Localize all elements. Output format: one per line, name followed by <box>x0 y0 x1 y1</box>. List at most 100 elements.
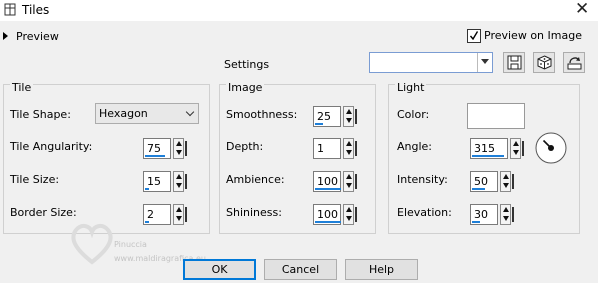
preset-dropdown-button[interactable] <box>477 53 492 72</box>
light-color-label: Color: <box>397 108 430 121</box>
depth-stepper[interactable] <box>343 138 354 159</box>
spin-up-icon[interactable] <box>513 141 519 146</box>
checkmark-icon <box>470 31 478 40</box>
tile-angularity-label: Tile Angularity: <box>10 140 93 153</box>
checkbox-box <box>467 29 481 43</box>
spin-down-icon[interactable] <box>503 183 509 188</box>
intensity-field[interactable]: 50 <box>470 171 498 192</box>
spin-up-icon[interactable] <box>346 109 352 114</box>
ambience-fill <box>315 188 341 190</box>
ambience-field[interactable]: 100 <box>313 171 341 192</box>
smoothness-label: Smoothness: <box>226 108 298 121</box>
light-direction-dial-icon[interactable] <box>535 132 567 164</box>
light-color-swatch[interactable] <box>467 103 525 129</box>
tile-size-value: 15 <box>147 175 161 188</box>
tile-size-fill <box>145 188 149 190</box>
tile-size-slider-handle[interactable] <box>185 174 187 189</box>
smoothness-value: 25 <box>317 110 331 123</box>
ambience-stepper[interactable] <box>343 171 354 192</box>
intensity-stepper[interactable] <box>500 171 511 192</box>
smoothness-slider-handle[interactable] <box>355 109 357 124</box>
chevron-down-icon <box>481 59 489 64</box>
elevation-label: Elevation: <box>397 206 452 219</box>
ambience-value: 100 <box>317 175 338 188</box>
shininess-fill <box>315 221 341 223</box>
shininess-slider-handle[interactable] <box>355 207 357 222</box>
shininess-field[interactable]: 100 <box>313 204 341 225</box>
spin-up-icon[interactable] <box>346 174 352 179</box>
reset-button[interactable] <box>563 52 585 73</box>
randomize-icon <box>537 55 552 70</box>
save-preset-icon <box>507 55 522 70</box>
spin-up-icon[interactable] <box>176 174 182 179</box>
ambience-label: Ambience: <box>226 173 285 186</box>
chevron-down-icon <box>185 107 195 117</box>
tile-angularity-slider-handle[interactable] <box>185 141 187 156</box>
spin-down-icon[interactable] <box>513 150 519 155</box>
watermark-name: Pinuccia <box>114 240 147 249</box>
depth-label: Depth: <box>226 140 264 153</box>
light-angle-label: Angle: <box>397 140 433 153</box>
image-group-title: Image <box>226 81 265 94</box>
light-group-title: Light <box>395 81 427 94</box>
tile-angularity-fill <box>145 155 165 157</box>
ambience-slider-handle[interactable] <box>355 174 357 189</box>
tile-size-field[interactable]: 15 <box>143 171 171 192</box>
ok-button[interactable]: OK <box>183 259 256 280</box>
depth-value: 1 <box>317 142 324 155</box>
shininess-stepper[interactable] <box>343 204 354 225</box>
spin-up-icon[interactable] <box>176 141 182 146</box>
preview-label: Preview <box>16 30 59 43</box>
preset-dropdown[interactable] <box>369 52 493 73</box>
elevation-field[interactable]: 30 <box>470 204 498 225</box>
tile-angularity-stepper[interactable] <box>173 138 184 159</box>
spin-up-icon[interactable] <box>503 174 509 179</box>
light-angle-value: 315 <box>474 142 495 155</box>
elevation-fill <box>472 221 480 223</box>
cancel-button[interactable]: Cancel <box>264 259 337 280</box>
settings-label: Settings <box>224 58 270 71</box>
light-angle-field[interactable]: 315 <box>470 138 508 159</box>
tile-angularity-field[interactable]: 75 <box>143 138 171 159</box>
smoothness-fill <box>315 123 323 125</box>
depth-slider-handle[interactable] <box>355 141 357 156</box>
tile-group-title: Tile <box>10 81 34 94</box>
tile-shape-label: Tile Shape: <box>10 108 71 121</box>
elevation-stepper[interactable] <box>500 204 511 225</box>
elevation-slider-handle[interactable] <box>512 207 514 222</box>
randomize-button[interactable] <box>533 52 555 73</box>
spin-down-icon[interactable] <box>346 216 352 221</box>
expand-arrow-icon <box>3 32 8 40</box>
spin-up-icon[interactable] <box>503 207 509 212</box>
help-button[interactable]: Help <box>345 259 418 280</box>
tile-shape-select[interactable]: Hexagon <box>95 103 199 124</box>
tile-shape-value: Hexagon <box>99 107 148 120</box>
intensity-slider-handle[interactable] <box>512 174 514 189</box>
spin-down-icon[interactable] <box>503 216 509 221</box>
tiles-app-icon <box>4 3 16 16</box>
spin-down-icon[interactable] <box>346 183 352 188</box>
spin-up-icon[interactable] <box>176 207 182 212</box>
spin-up-icon[interactable] <box>346 141 352 146</box>
heart-watermark-icon <box>71 223 113 265</box>
intensity-fill <box>472 188 485 190</box>
depth-field[interactable]: 1 <box>313 138 341 159</box>
smoothness-field[interactable]: 25 <box>313 106 341 127</box>
spin-down-icon[interactable] <box>346 150 352 155</box>
spin-up-icon[interactable] <box>346 207 352 212</box>
preview-on-image-label: Preview on Image <box>484 29 582 42</box>
light-angle-slider-handle[interactable] <box>522 141 524 156</box>
reset-icon <box>567 57 582 70</box>
spin-down-icon[interactable] <box>346 118 352 123</box>
shininess-value: 100 <box>317 208 338 221</box>
light-angle-stepper[interactable] <box>510 138 521 159</box>
spin-down-icon[interactable] <box>176 183 182 188</box>
smoothness-stepper[interactable] <box>343 106 354 127</box>
border-size-label: Border Size: <box>10 206 77 219</box>
intensity-value: 50 <box>474 175 488 188</box>
tile-size-stepper[interactable] <box>173 171 184 192</box>
spin-down-icon[interactable] <box>176 150 182 155</box>
title-bar: Tiles ✕ <box>0 0 598 21</box>
close-icon[interactable]: ✕ <box>575 0 589 19</box>
save-preset-button[interactable] <box>503 52 525 73</box>
